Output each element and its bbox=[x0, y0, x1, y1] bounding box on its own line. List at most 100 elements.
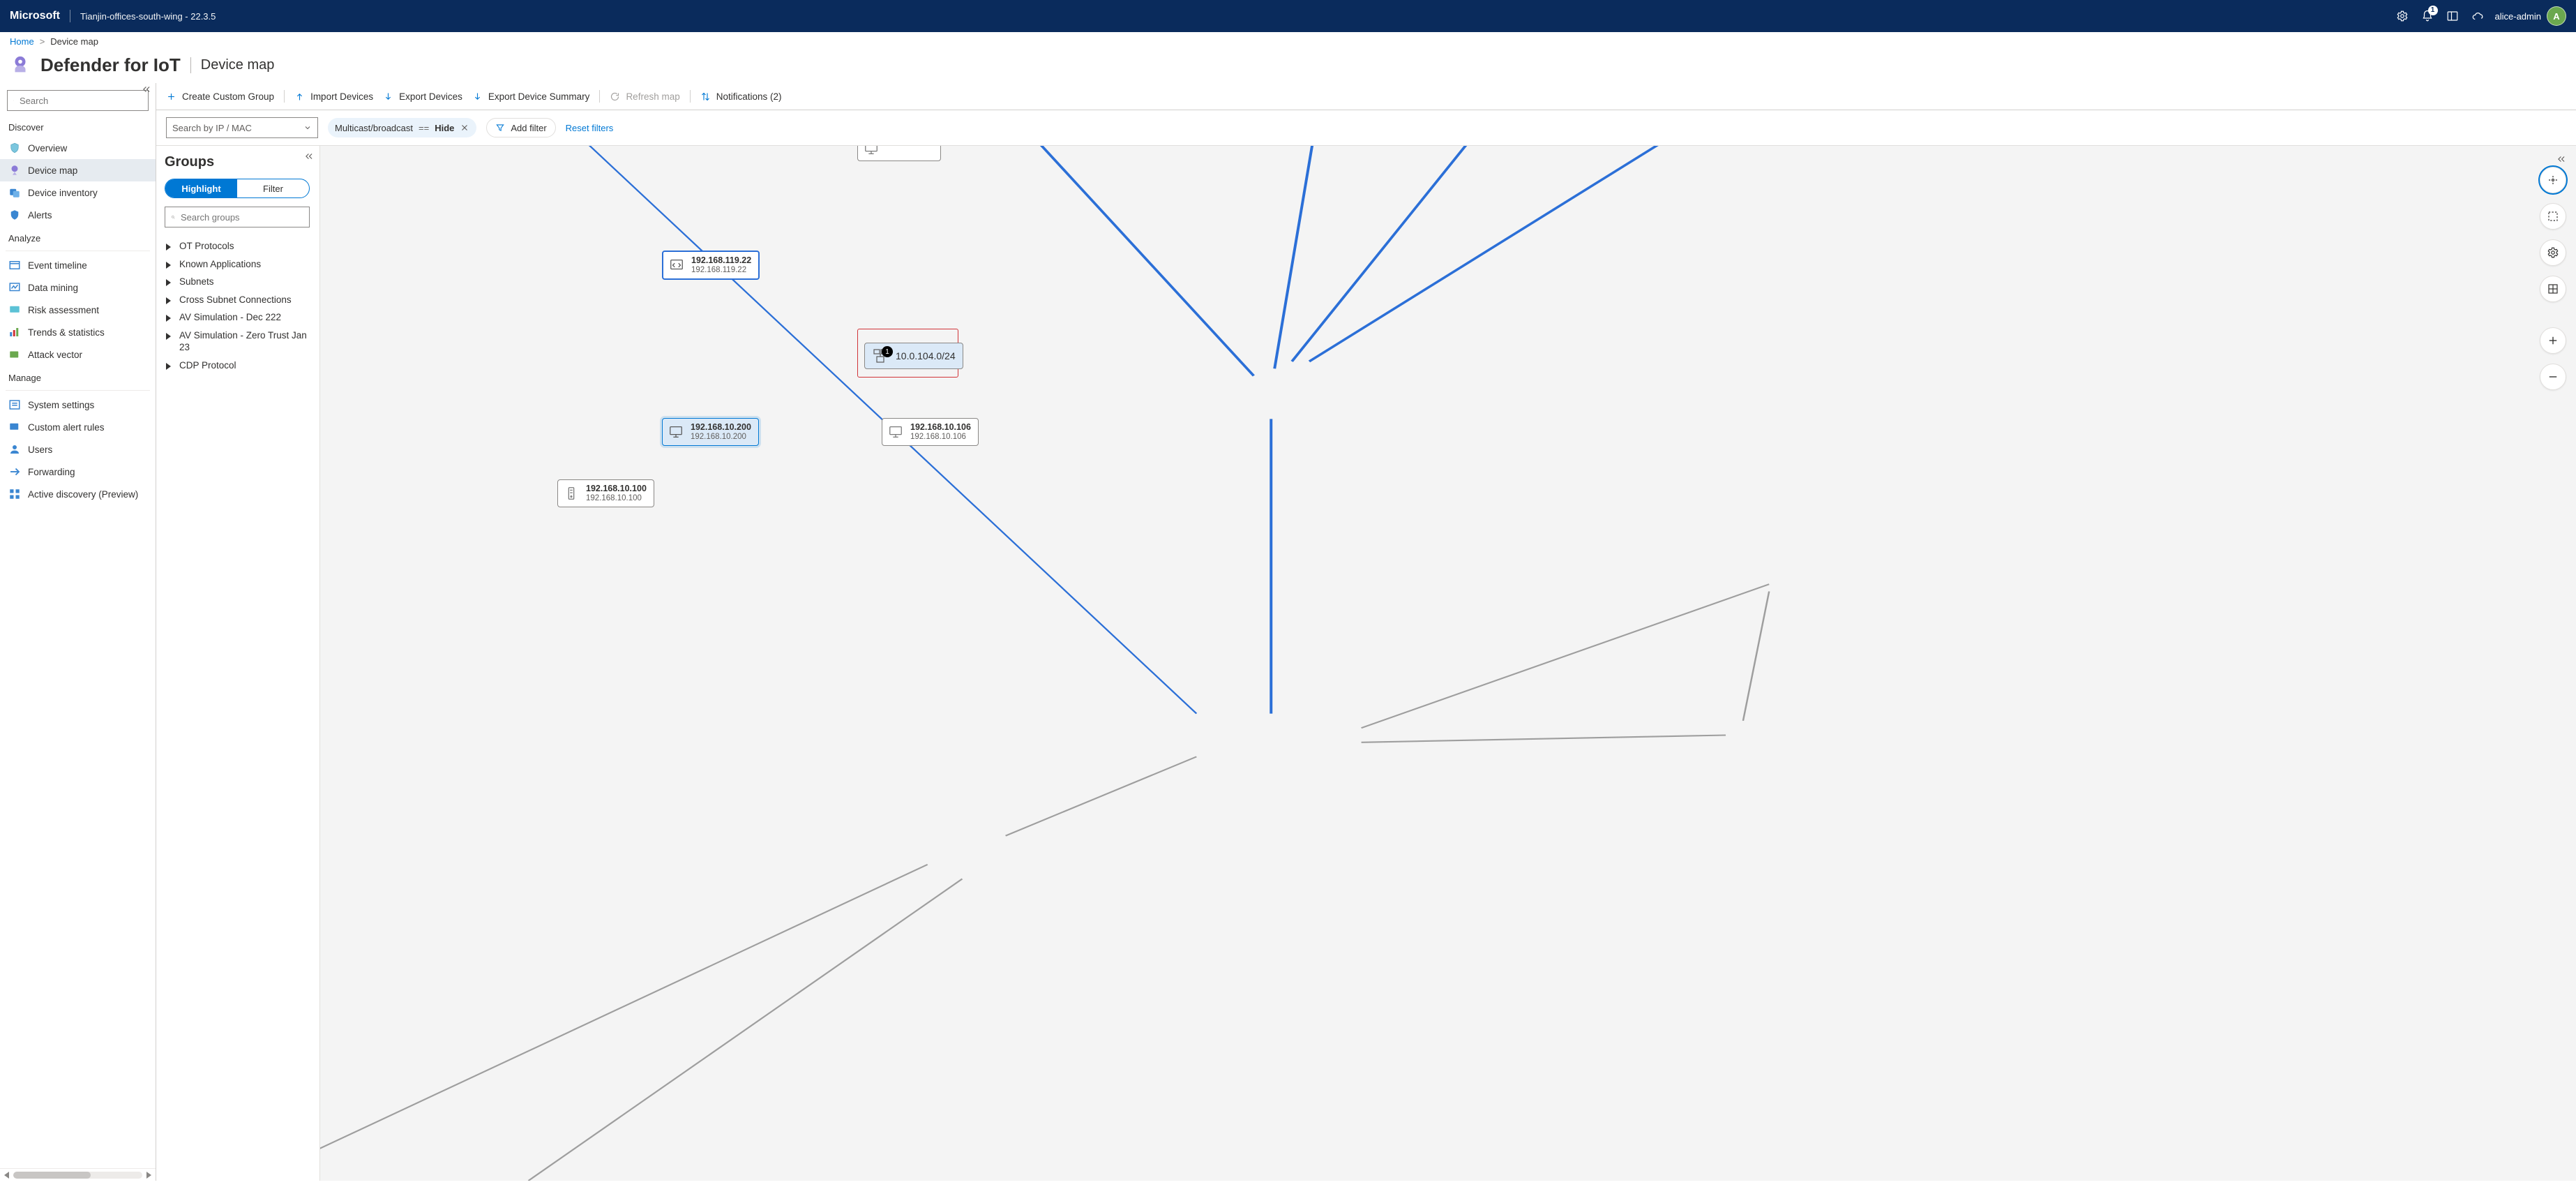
search-input[interactable] bbox=[7, 90, 149, 111]
nav-trends[interactable]: Trends & statistics bbox=[0, 321, 156, 343]
nav-device-map[interactable]: Device map bbox=[0, 159, 156, 181]
reset-filters-link[interactable]: Reset filters bbox=[566, 123, 614, 133]
create-custom-group-label: Create Custom Group bbox=[182, 91, 274, 102]
select-area-button[interactable] bbox=[2540, 203, 2566, 230]
nav-users[interactable]: Users bbox=[0, 438, 156, 461]
refresh-map-button: Refresh map bbox=[610, 91, 679, 102]
device-map-canvas[interactable]: 192.168.119.22 192.168.119.22 1 10.0.104… bbox=[320, 146, 2576, 1181]
collapse-left-icon[interactable] bbox=[142, 84, 151, 94]
fit-view-button[interactable] bbox=[2540, 167, 2566, 193]
filter-icon bbox=[495, 123, 505, 133]
map-settings-button[interactable] bbox=[2540, 239, 2566, 266]
nav-event-timeline-label: Event timeline bbox=[28, 260, 87, 271]
nav-risk-assessment-label: Risk assessment bbox=[28, 305, 99, 315]
section-discover: Discover bbox=[0, 115, 156, 137]
device-node-10-200[interactable]: 192.168.10.200 192.168.10.200 bbox=[662, 418, 759, 446]
search-field[interactable] bbox=[20, 96, 142, 106]
discovery-icon bbox=[8, 488, 21, 500]
create-custom-group-button[interactable]: Create Custom Group bbox=[166, 91, 274, 102]
layout-button[interactable] bbox=[2540, 276, 2566, 302]
group-av-sim-dec[interactable]: AV Simulation - Dec 222 bbox=[165, 308, 311, 327]
close-icon[interactable] bbox=[460, 123, 469, 133]
cloud-icon[interactable] bbox=[2470, 8, 2485, 24]
device-ip: 192.168.10.100 bbox=[586, 484, 647, 494]
nav-event-timeline[interactable]: Event timeline bbox=[0, 254, 156, 276]
export-devices-button[interactable]: Export Devices bbox=[383, 91, 462, 102]
group-ot-protocols[interactable]: OT Protocols bbox=[165, 237, 311, 255]
monitor-icon bbox=[888, 424, 903, 440]
nav-data-mining-label: Data mining bbox=[28, 283, 78, 293]
breadcrumb-current: Device map bbox=[50, 36, 98, 47]
nav-trends-label: Trends & statistics bbox=[28, 327, 105, 338]
nav-custom-alert-rules[interactable]: Custom alert rules bbox=[0, 416, 156, 438]
code-icon bbox=[669, 257, 684, 273]
monitor-icon bbox=[668, 424, 684, 440]
group-cross-subnet[interactable]: Cross Subnet Connections bbox=[165, 291, 311, 309]
notification-badge: 1 bbox=[2428, 6, 2438, 15]
nav-alerts-label: Alerts bbox=[28, 210, 52, 221]
device-sub: 192.168.10.200 bbox=[691, 433, 751, 442]
device-ip: 192.168.119.22 bbox=[691, 256, 751, 266]
nav-attack-vector[interactable]: Attack vector bbox=[0, 343, 156, 366]
nav-custom-alert-rules-label: Custom alert rules bbox=[28, 422, 105, 433]
username: alice-admin bbox=[2495, 11, 2541, 22]
nav-forwarding[interactable]: Forwarding bbox=[0, 461, 156, 483]
nav-device-inventory[interactable]: Device inventory bbox=[0, 181, 156, 204]
export-summary-button[interactable]: Export Device Summary bbox=[472, 91, 590, 102]
add-filter-label: Add filter bbox=[511, 123, 546, 133]
page-subtitle: Device map bbox=[190, 57, 275, 73]
groups-search[interactable] bbox=[165, 207, 310, 227]
page-title: Defender for IoT bbox=[40, 54, 181, 76]
toggle-highlight[interactable]: Highlight bbox=[165, 179, 237, 197]
ip-mac-search[interactable]: Search by IP / MAC bbox=[166, 117, 318, 138]
nav-active-discovery-label: Active discovery (Preview) bbox=[28, 489, 138, 500]
zoom-out-button[interactable] bbox=[2540, 364, 2566, 390]
filter-chip-field: Multicast/broadcast bbox=[335, 123, 413, 133]
toggle-filter[interactable]: Filter bbox=[237, 179, 309, 197]
search-icon bbox=[171, 212, 175, 222]
section-analyze: Analyze bbox=[0, 226, 156, 248]
import-devices-button[interactable]: Import Devices bbox=[294, 91, 373, 102]
nav-system-settings[interactable]: System settings bbox=[0, 394, 156, 416]
product-icon bbox=[10, 55, 31, 76]
nav-risk-assessment[interactable]: Risk assessment bbox=[0, 299, 156, 321]
highlight-filter-toggle[interactable]: Highlight Filter bbox=[165, 179, 310, 198]
mining-icon bbox=[8, 281, 21, 294]
filter-chip[interactable]: Multicast/broadcast == Hide bbox=[328, 118, 476, 137]
group-subnets[interactable]: Subnets bbox=[165, 273, 311, 291]
collapse-right-icon[interactable] bbox=[2556, 154, 2566, 164]
nav-data-mining[interactable]: Data mining bbox=[0, 276, 156, 299]
nav-active-discovery[interactable]: Active discovery (Preview) bbox=[0, 483, 156, 505]
subnet-label: 10.0.104.0/24 bbox=[896, 350, 956, 361]
server-icon bbox=[564, 486, 579, 501]
device-node-partial[interactable] bbox=[857, 146, 941, 161]
avatar[interactable]: A bbox=[2547, 6, 2566, 26]
collapse-groups-icon[interactable] bbox=[304, 151, 314, 161]
device-node-10-100[interactable]: 192.168.10.100 192.168.10.100 bbox=[557, 479, 654, 507]
nav-overview-label: Overview bbox=[28, 143, 67, 154]
horizontal-scrollbar[interactable] bbox=[0, 1168, 156, 1181]
monitor-icon bbox=[864, 146, 879, 156]
group-cdp[interactable]: CDP Protocol bbox=[165, 357, 311, 375]
inventory-icon bbox=[8, 186, 21, 199]
gear-icon[interactable] bbox=[2395, 8, 2410, 24]
group-known-applications[interactable]: Known Applications bbox=[165, 255, 311, 274]
notifications-button[interactable]: Notifications (2) bbox=[700, 91, 782, 102]
device-node-10-106[interactable]: 192.168.10.106 192.168.10.106 bbox=[882, 418, 979, 446]
settings-icon bbox=[8, 398, 21, 411]
nav-overview[interactable]: Overview bbox=[0, 137, 156, 159]
group-av-sim-zt[interactable]: AV Simulation - Zero Trust Jan 23 bbox=[165, 327, 311, 357]
add-filter-button[interactable]: Add filter bbox=[486, 118, 555, 137]
subnet-node[interactable]: 1 10.0.104.0/24 bbox=[864, 343, 963, 369]
nav-device-map-label: Device map bbox=[28, 165, 77, 176]
notifications-label: Notifications (2) bbox=[716, 91, 782, 102]
breadcrumb-home[interactable]: Home bbox=[10, 36, 34, 47]
nav-system-settings-label: System settings bbox=[28, 400, 94, 410]
zoom-in-button[interactable] bbox=[2540, 327, 2566, 354]
search-icon bbox=[13, 96, 14, 105]
bell-icon[interactable]: 1 bbox=[2420, 8, 2435, 24]
device-node-119-22[interactable]: 192.168.119.22 192.168.119.22 bbox=[662, 251, 760, 280]
panel-icon[interactable] bbox=[2445, 8, 2460, 24]
nav-alerts[interactable]: Alerts bbox=[0, 204, 156, 226]
groups-search-field[interactable] bbox=[181, 212, 303, 223]
